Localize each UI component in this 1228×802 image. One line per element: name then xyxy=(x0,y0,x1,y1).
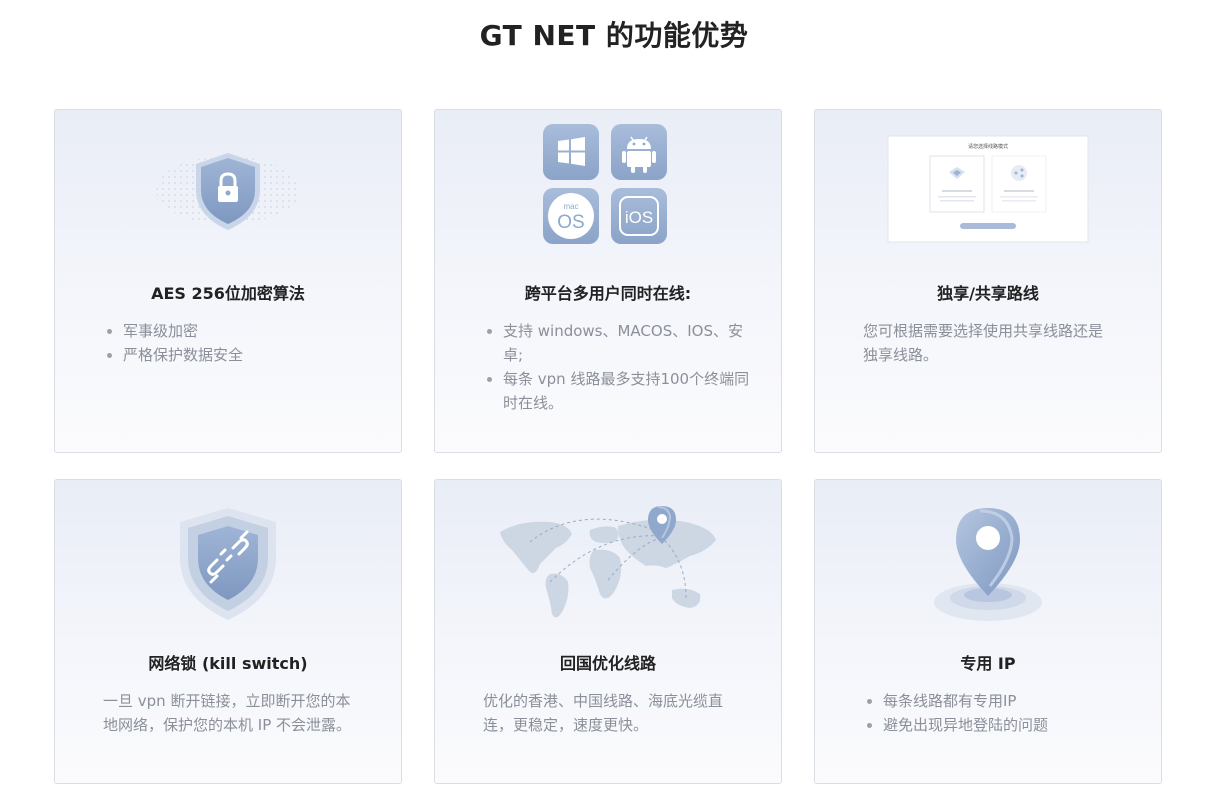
card-title: 独享/共享路线 xyxy=(937,284,1039,303)
card-description: 优化的香港、中国线路、海底光缆直连，更稳定，速度更快。 xyxy=(483,692,724,734)
windows-icon xyxy=(543,124,599,180)
page-title: GT NET 的功能优势 xyxy=(479,19,749,52)
svg-text:iOS: iOS xyxy=(625,208,653,227)
card-title: AES 256位加密算法 xyxy=(151,284,305,303)
list-item: 严格保护数据安全 xyxy=(107,343,363,367)
map-pin-icon xyxy=(815,502,1161,642)
list-item: 支持 windows、MACOS、IOS、安卓; xyxy=(487,319,753,367)
world-map-icon xyxy=(435,502,781,642)
svg-text:请您选择线路模式: 请您选择线路模式 xyxy=(968,143,1008,150)
feature-list: 支持 windows、MACOS、IOS、安卓; 每条 vpn 线路最多支持10… xyxy=(483,319,753,415)
card-description: 您可根据需要选择使用共享线路还是独享线路。 xyxy=(863,322,1104,364)
list-item: 每条线路都有专用IP xyxy=(867,689,1123,713)
feature-card-cross-platform: mac OS iOS 跨平台多用户同时在线: 支持 windows、MACOS、… xyxy=(434,109,782,453)
feature-list: 每条线路都有专用IP 避免出现异地登陆的问题 xyxy=(863,689,1123,737)
line-select-mockup: 请您选择线路模式 xyxy=(815,134,1161,274)
card-title: 跨平台多用户同时在线: xyxy=(524,284,692,303)
svg-text:OS: OS xyxy=(557,212,584,233)
macos-icon: mac OS xyxy=(543,188,599,244)
card-title: 回国优化线路 xyxy=(559,654,656,673)
android-icon xyxy=(611,124,667,180)
card-description: 一旦 vpn 断开链接，立即断开您的本地网络，保护您的本机 IP 不会泄露。 xyxy=(103,692,352,734)
ios-icon: iOS xyxy=(611,188,667,244)
list-item: 军事级加密 xyxy=(107,319,363,343)
card-title: 网络锁 (kill switch) xyxy=(148,654,308,673)
list-item: 每条 vpn 线路最多支持100个终端同时在线。 xyxy=(487,367,753,415)
feature-card-line-type: 请您选择线路模式 独享/共享路线 您可根据需要选择使用共享线路还是独享线路。 xyxy=(814,109,1162,453)
feature-card-optimized-route: 回国优化线路 优化的香港、中国线路、海底光缆直连，更稳定，速度更快。 xyxy=(434,479,782,784)
feature-card-kill-switch: 网络锁 (kill switch) 一旦 vpn 断开链接，立即断开您的本地网络… xyxy=(54,479,402,784)
shield-lock-icon xyxy=(55,120,401,260)
card-title: 专用 IP xyxy=(960,654,1016,673)
list-item: 避免出现异地登陆的问题 xyxy=(867,713,1123,737)
os-icons: mac OS iOS xyxy=(435,124,781,264)
feature-card-encryption: AES 256位加密算法 军事级加密 严格保护数据安全 xyxy=(54,109,402,453)
svg-text:mac: mac xyxy=(563,202,578,211)
shield-plug-icon xyxy=(55,498,401,638)
feature-card-dedicated-ip: 专用 IP 每条线路都有专用IP 避免出现异地登陆的问题 xyxy=(814,479,1162,784)
feature-list: 军事级加密 严格保护数据安全 xyxy=(103,319,363,367)
page: GT NET 的功能优势 AES 256位加密算法 军事级加密 严格保护数据安全… xyxy=(0,0,1228,802)
